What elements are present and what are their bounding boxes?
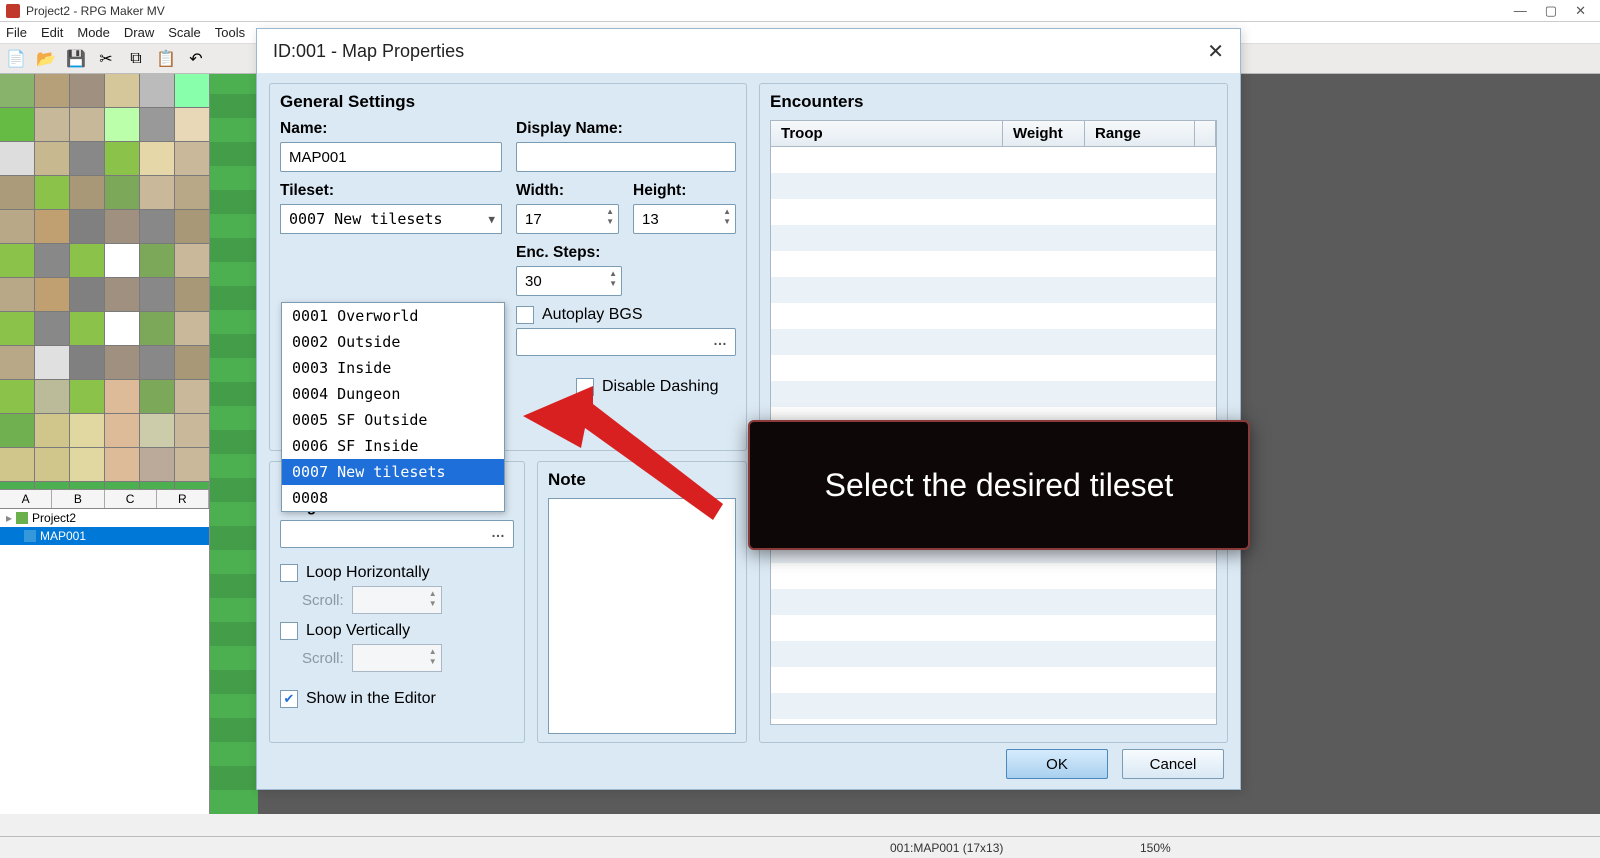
annotation-arrow-icon [513, 386, 733, 546]
paste-icon[interactable]: 📋 [156, 49, 176, 69]
menu-tools[interactable]: Tools [215, 25, 245, 40]
tree-map-label: MAP001 [40, 529, 86, 543]
tileset-combo[interactable]: 0007 New tilesets ▼ [280, 204, 502, 234]
open-icon[interactable]: 📂 [36, 49, 56, 69]
app-icon [6, 4, 20, 18]
status-bar: 001:MAP001 (17x13) 150% [0, 836, 1600, 858]
height-value: 13 [642, 211, 659, 228]
height-label: Height: [633, 182, 736, 200]
tileset-option[interactable]: 0006 SF Inside [282, 433, 504, 459]
tab-b[interactable]: B [52, 490, 104, 508]
cancel-button[interactable]: Cancel [1122, 749, 1224, 779]
scroll-v-spinner: ▲▼ [352, 644, 442, 672]
tab-r[interactable]: R [157, 490, 209, 508]
map-properties-dialog: ID:001 - Map Properties ✕ General Settin… [256, 28, 1241, 790]
autoplay-bgs-checkbox[interactable]: Autoplay BGS [516, 306, 736, 324]
status-map: 001:MAP001 (17x13) [890, 841, 1003, 855]
display-name-input[interactable] [516, 142, 736, 172]
dialog-title: ID:001 - Map Properties [273, 41, 464, 62]
tree-project[interactable]: ▸Project2 [0, 509, 209, 527]
col-weight[interactable]: Weight [1003, 121, 1085, 146]
tab-a[interactable]: A [0, 490, 52, 508]
tileset-value: 0007 New tilesets [289, 210, 443, 228]
autoplay-bgs-label: Autoplay BGS [542, 306, 643, 324]
menu-mode[interactable]: Mode [77, 25, 110, 40]
width-spinner[interactable]: 17▲▼ [516, 204, 619, 234]
menu-edit[interactable]: Edit [41, 25, 63, 40]
ok-button[interactable]: OK [1006, 749, 1108, 779]
annotation-callout: Select the desired tileset [748, 420, 1250, 550]
left-panel: A B C R ▸Project2 MAP001 [0, 74, 210, 814]
loop-v-checkbox[interactable]: Loop Vertically [280, 622, 514, 640]
tileset-option[interactable]: 0003 Inside [282, 355, 504, 381]
menu-draw[interactable]: Draw [124, 25, 154, 40]
tree-project-label: Project2 [32, 511, 76, 525]
chevron-down-icon: ▼ [488, 213, 495, 226]
name-value: MAP001 [289, 149, 347, 166]
dialog-close-icon[interactable]: ✕ [1207, 39, 1224, 64]
tileset-label: Tileset: [280, 182, 502, 200]
parallax-image-input[interactable] [280, 520, 514, 548]
display-name-label: Display Name: [516, 120, 736, 138]
maximize-icon[interactable]: ▢ [1545, 3, 1557, 19]
name-input[interactable]: MAP001 [280, 142, 502, 172]
tree-map-item[interactable]: MAP001 [0, 527, 209, 545]
undo-icon[interactable]: ↶ [186, 49, 206, 69]
tab-c[interactable]: C [105, 490, 157, 508]
scroll-v-label: Scroll: [302, 650, 344, 667]
enc-steps-value: 30 [525, 273, 542, 290]
window-title: Project2 - RPG Maker MV [26, 4, 165, 18]
tileset-option[interactable]: 0001 Overworld [282, 303, 504, 329]
tileset-palette[interactable] [0, 74, 209, 489]
autoplay-bgs-file[interactable] [516, 328, 736, 356]
enc-steps-label: Enc. Steps: [516, 244, 622, 262]
menu-file[interactable]: File [6, 25, 27, 40]
name-label: Name: [280, 120, 502, 138]
loop-h-checkbox[interactable]: Loop Horizontally [280, 564, 514, 582]
enc-steps-spinner[interactable]: 30▲▼ [516, 266, 622, 296]
width-value: 17 [525, 211, 542, 228]
width-label: Width: [516, 182, 619, 200]
tileset-option-selected[interactable]: 0007 New tilesets [282, 459, 504, 485]
map-tree: ▸Project2 MAP001 [0, 509, 209, 814]
loop-h-label: Loop Horizontally [306, 564, 430, 582]
menu-scale[interactable]: Scale [168, 25, 201, 40]
tileset-option[interactable]: 0002 Outside [282, 329, 504, 355]
general-settings-title: General Settings [280, 92, 736, 112]
tileset-option[interactable]: 0004 Dungeon [282, 381, 504, 407]
col-scroll [1195, 121, 1216, 146]
close-icon[interactable]: ✕ [1575, 3, 1586, 19]
scroll-h-spinner: ▲▼ [352, 586, 442, 614]
height-spinner[interactable]: 13▲▼ [633, 204, 736, 234]
col-range[interactable]: Range [1085, 121, 1195, 146]
loop-v-label: Loop Vertically [306, 622, 410, 640]
minimize-icon[interactable]: — [1514, 3, 1527, 19]
annotation-text: Select the desired tileset [825, 467, 1174, 504]
encounters-panel: Encounters Troop Weight Range [759, 83, 1228, 743]
tileset-dropdown: 0001 Overworld 0002 Outside 0003 Inside … [281, 302, 505, 512]
cut-icon[interactable]: ✂ [96, 49, 116, 69]
copy-icon[interactable]: ⧉ [126, 49, 146, 69]
tileset-option[interactable]: 0005 SF Outside [282, 407, 504, 433]
new-icon[interactable]: 📄 [6, 49, 26, 69]
show-editor-checkbox[interactable]: ✔Show in the Editor [280, 690, 514, 708]
col-troop[interactable]: Troop [771, 121, 1003, 146]
scroll-h-label: Scroll: [302, 592, 344, 609]
tileset-tabs: A B C R [0, 489, 209, 509]
show-editor-label: Show in the Editor [306, 690, 436, 708]
status-zoom: 150% [1140, 841, 1171, 855]
tileset-option[interactable]: 0008 [282, 485, 504, 511]
save-icon[interactable]: 💾 [66, 49, 86, 69]
window-titlebar: Project2 - RPG Maker MV — ▢ ✕ [0, 0, 1600, 22]
encounters-title: Encounters [770, 92, 1217, 112]
